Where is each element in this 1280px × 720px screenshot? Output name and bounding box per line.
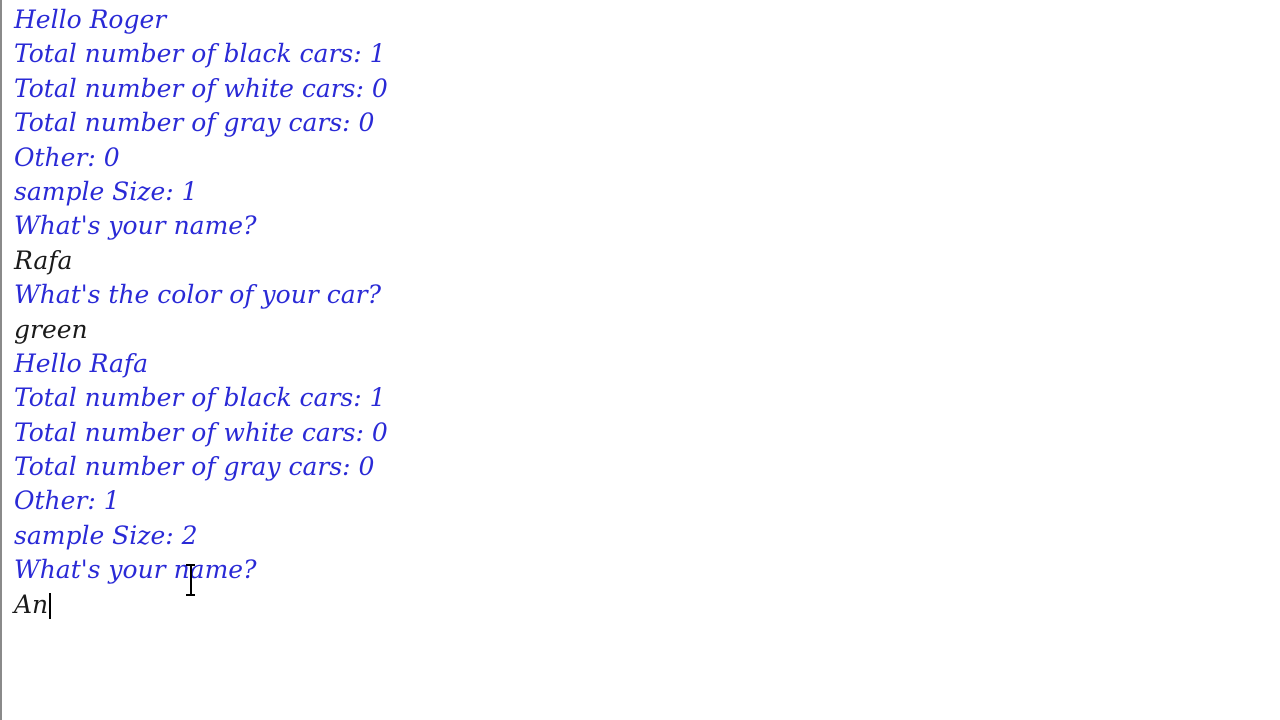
console-window[interactable]: Hello Roger Total number of black cars: … [0, 0, 1280, 720]
console-prompt-line: What's your name? [14, 555, 257, 585]
console-line: Total number of white cars: 0 [14, 73, 388, 103]
text-caret [49, 593, 52, 620]
console-line: Total number of white cars: 0 [14, 417, 388, 447]
console-line: Other: 1 [14, 486, 120, 516]
console-prompt-line: What's the color of your car? [14, 280, 381, 310]
console-user-input-line: green [14, 314, 88, 344]
console-line: Total number of gray cars: 0 [14, 452, 375, 482]
console-line: Total number of black cars: 1 [14, 39, 386, 69]
console-user-input-line: Rafa [14, 245, 73, 275]
console-line: Other: 0 [14, 142, 120, 172]
console-line: sample Size: 2 [14, 520, 198, 550]
console-line: Hello Rafa [14, 348, 149, 378]
console-line: sample Size: 1 [14, 176, 198, 206]
i-beam-cursor-icon [185, 563, 196, 597]
console-line: Total number of gray cars: 0 [14, 108, 375, 138]
console-input-field[interactable]: An [14, 588, 388, 622]
console-line: Hello Roger [14, 5, 167, 34]
console-prompt-line: What's your name? [14, 211, 257, 241]
console-output: Hello Roger Total number of black cars: … [14, 3, 388, 622]
console-line: Total number of black cars: 1 [14, 383, 386, 413]
current-input-text[interactable]: An [14, 590, 48, 619]
